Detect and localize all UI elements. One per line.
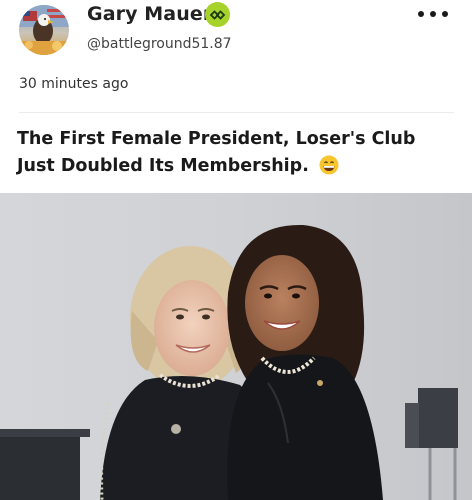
verified-badge-icon (205, 2, 230, 27)
post-text: The First Female President, Loser's Club… (17, 129, 416, 176)
post-header: Gary Mauer @battleground51.87 30 minutes… (0, 0, 472, 110)
post-body: The First Female President, Loser's Club… (17, 126, 457, 184)
grinning-face-emoji (319, 155, 339, 184)
divider (19, 112, 454, 113)
author-handle[interactable]: @battleground51.87 (87, 36, 232, 52)
author-avatar[interactable] (19, 5, 69, 55)
eagle-flag-avatar (19, 5, 69, 55)
photo-of-two-women-in-dark-suits (0, 193, 472, 500)
more-options-icon[interactable] (418, 3, 448, 25)
author-name[interactable]: Gary Mauer (87, 3, 212, 25)
post-timestamp: 30 minutes ago (19, 76, 129, 92)
post-image[interactable] (0, 193, 472, 500)
